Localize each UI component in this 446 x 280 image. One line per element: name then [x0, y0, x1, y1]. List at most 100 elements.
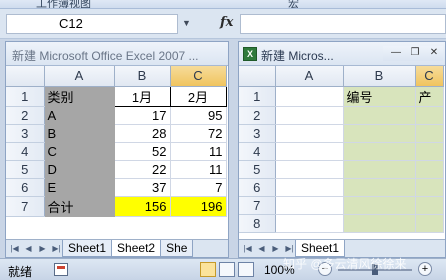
cell[interactable]: [343, 178, 416, 197]
cell[interactable]: D: [44, 160, 115, 179]
column-header-c[interactable]: C: [170, 66, 227, 87]
row-header[interactable]: 3: [239, 124, 276, 143]
cell[interactable]: [343, 214, 416, 233]
cell[interactable]: 编号: [343, 86, 416, 107]
name-box-dropdown-icon[interactable]: ▼: [182, 18, 191, 28]
cell[interactable]: [343, 142, 416, 161]
cell[interactable]: [343, 160, 416, 179]
tab-sheet2[interactable]: Sheet2: [111, 240, 162, 257]
zoom-in-icon[interactable]: +: [418, 262, 432, 276]
cell[interactable]: B: [44, 124, 115, 143]
cell[interactable]: 28: [113, 124, 171, 143]
prev-sheet-icon[interactable]: ◀: [255, 244, 268, 253]
cell[interactable]: [343, 124, 416, 143]
select-all-corner[interactable]: [6, 66, 45, 87]
row-header[interactable]: 7: [6, 196, 45, 217]
cell[interactable]: [275, 106, 344, 125]
cell[interactable]: 156: [114, 196, 171, 217]
next-sheet-icon[interactable]: ▶: [269, 244, 282, 253]
cell[interactable]: 17: [113, 106, 171, 125]
cell[interactable]: [415, 106, 444, 125]
ribbon-group-macros[interactable]: 宏: [288, 0, 299, 8]
name-box[interactable]: C12: [6, 14, 178, 34]
column-header-a[interactable]: A: [275, 66, 344, 87]
view-buttons: [200, 262, 254, 277]
first-sheet-icon[interactable]: |◀: [8, 244, 21, 253]
row-header[interactable]: 1: [239, 86, 276, 107]
cell[interactable]: 37: [113, 178, 171, 197]
close-icon[interactable]: ✕: [425, 46, 443, 61]
cell[interactable]: 11: [170, 160, 227, 179]
row-header[interactable]: 7: [239, 196, 276, 215]
row-header[interactable]: 3: [6, 124, 45, 143]
column-header-b[interactable]: B: [343, 66, 416, 87]
cell[interactable]: [275, 124, 344, 143]
row-header[interactable]: 6: [6, 178, 45, 197]
restore-icon[interactable]: ❐: [406, 46, 424, 61]
cell[interactable]: [415, 124, 444, 143]
cell[interactable]: [415, 178, 444, 197]
cell[interactable]: 22: [113, 160, 171, 179]
cell[interactable]: 52: [113, 142, 171, 161]
row-header[interactable]: 1: [6, 86, 45, 107]
cell[interactable]: 1月: [113, 85, 171, 107]
cell[interactable]: [415, 214, 444, 233]
insert-function-icon[interactable]: fx: [220, 15, 233, 30]
sheet-nav-buttons: |◀ ◀ ▶ ▶|: [6, 244, 63, 253]
cell[interactable]: [275, 160, 344, 179]
page-layout-view-icon[interactable]: [219, 262, 235, 277]
column-header-a[interactable]: A: [44, 66, 115, 87]
tab-sheet1[interactable]: Sheet1: [62, 240, 113, 257]
cell[interactable]: 合计: [44, 196, 115, 217]
prev-sheet-icon[interactable]: ◀: [22, 244, 35, 253]
cell[interactable]: [275, 178, 344, 197]
cell[interactable]: [343, 196, 416, 215]
cell[interactable]: [275, 196, 344, 215]
table-row: 5: [239, 160, 444, 179]
select-all-corner[interactable]: [239, 66, 276, 87]
cell[interactable]: 类别: [44, 86, 115, 107]
row-header[interactable]: 4: [239, 142, 276, 161]
first-sheet-icon[interactable]: |◀: [241, 244, 254, 253]
window-title[interactable]: 新建 Microsoft Office Excel 2007 ...: [6, 42, 228, 66]
cell[interactable]: 2月: [169, 85, 227, 107]
row-header[interactable]: 4: [6, 142, 45, 161]
cell[interactable]: 95: [170, 106, 227, 125]
cell[interactable]: [275, 86, 344, 107]
table-row: 3: [239, 124, 444, 143]
row-header[interactable]: 5: [239, 160, 276, 179]
row-header[interactable]: 8: [239, 214, 276, 233]
cell[interactable]: [343, 106, 416, 125]
cell[interactable]: 产: [415, 86, 444, 107]
cell[interactable]: 72: [170, 124, 227, 143]
cell[interactable]: [415, 196, 444, 215]
window-controls: — ❐ ✕: [383, 46, 443, 61]
ribbon-group-workbook-views[interactable]: 工作簿视图: [36, 0, 91, 8]
table-row: 4 C 52 11: [6, 142, 227, 161]
cell[interactable]: [415, 142, 444, 161]
window-title[interactable]: X 新建 Micros... — ❐ ✕: [239, 42, 445, 66]
cell[interactable]: [415, 160, 444, 179]
cell[interactable]: C: [44, 142, 115, 161]
page-break-view-icon[interactable]: [238, 262, 254, 277]
cell[interactable]: A: [44, 106, 115, 125]
minimize-icon[interactable]: —: [387, 46, 405, 61]
row-header[interactable]: 5: [6, 160, 45, 179]
cell[interactable]: 11: [170, 142, 227, 161]
column-header-b[interactable]: B: [114, 66, 171, 87]
column-header-c[interactable]: C: [415, 66, 444, 87]
cell[interactable]: 7: [170, 178, 227, 197]
cell[interactable]: [275, 214, 344, 233]
cell[interactable]: [275, 142, 344, 161]
formula-input[interactable]: [240, 14, 446, 34]
normal-view-icon[interactable]: [200, 262, 216, 277]
table-row: 2 A 17 95: [6, 106, 227, 125]
cell[interactable]: 196: [170, 196, 227, 217]
macro-record-icon[interactable]: [54, 263, 68, 276]
row-header[interactable]: 6: [239, 178, 276, 197]
next-sheet-icon[interactable]: ▶: [36, 244, 49, 253]
tab-sheet3[interactable]: She: [160, 240, 194, 257]
row-header[interactable]: 2: [239, 106, 276, 125]
cell[interactable]: E: [44, 178, 115, 197]
row-header[interactable]: 2: [6, 106, 45, 125]
